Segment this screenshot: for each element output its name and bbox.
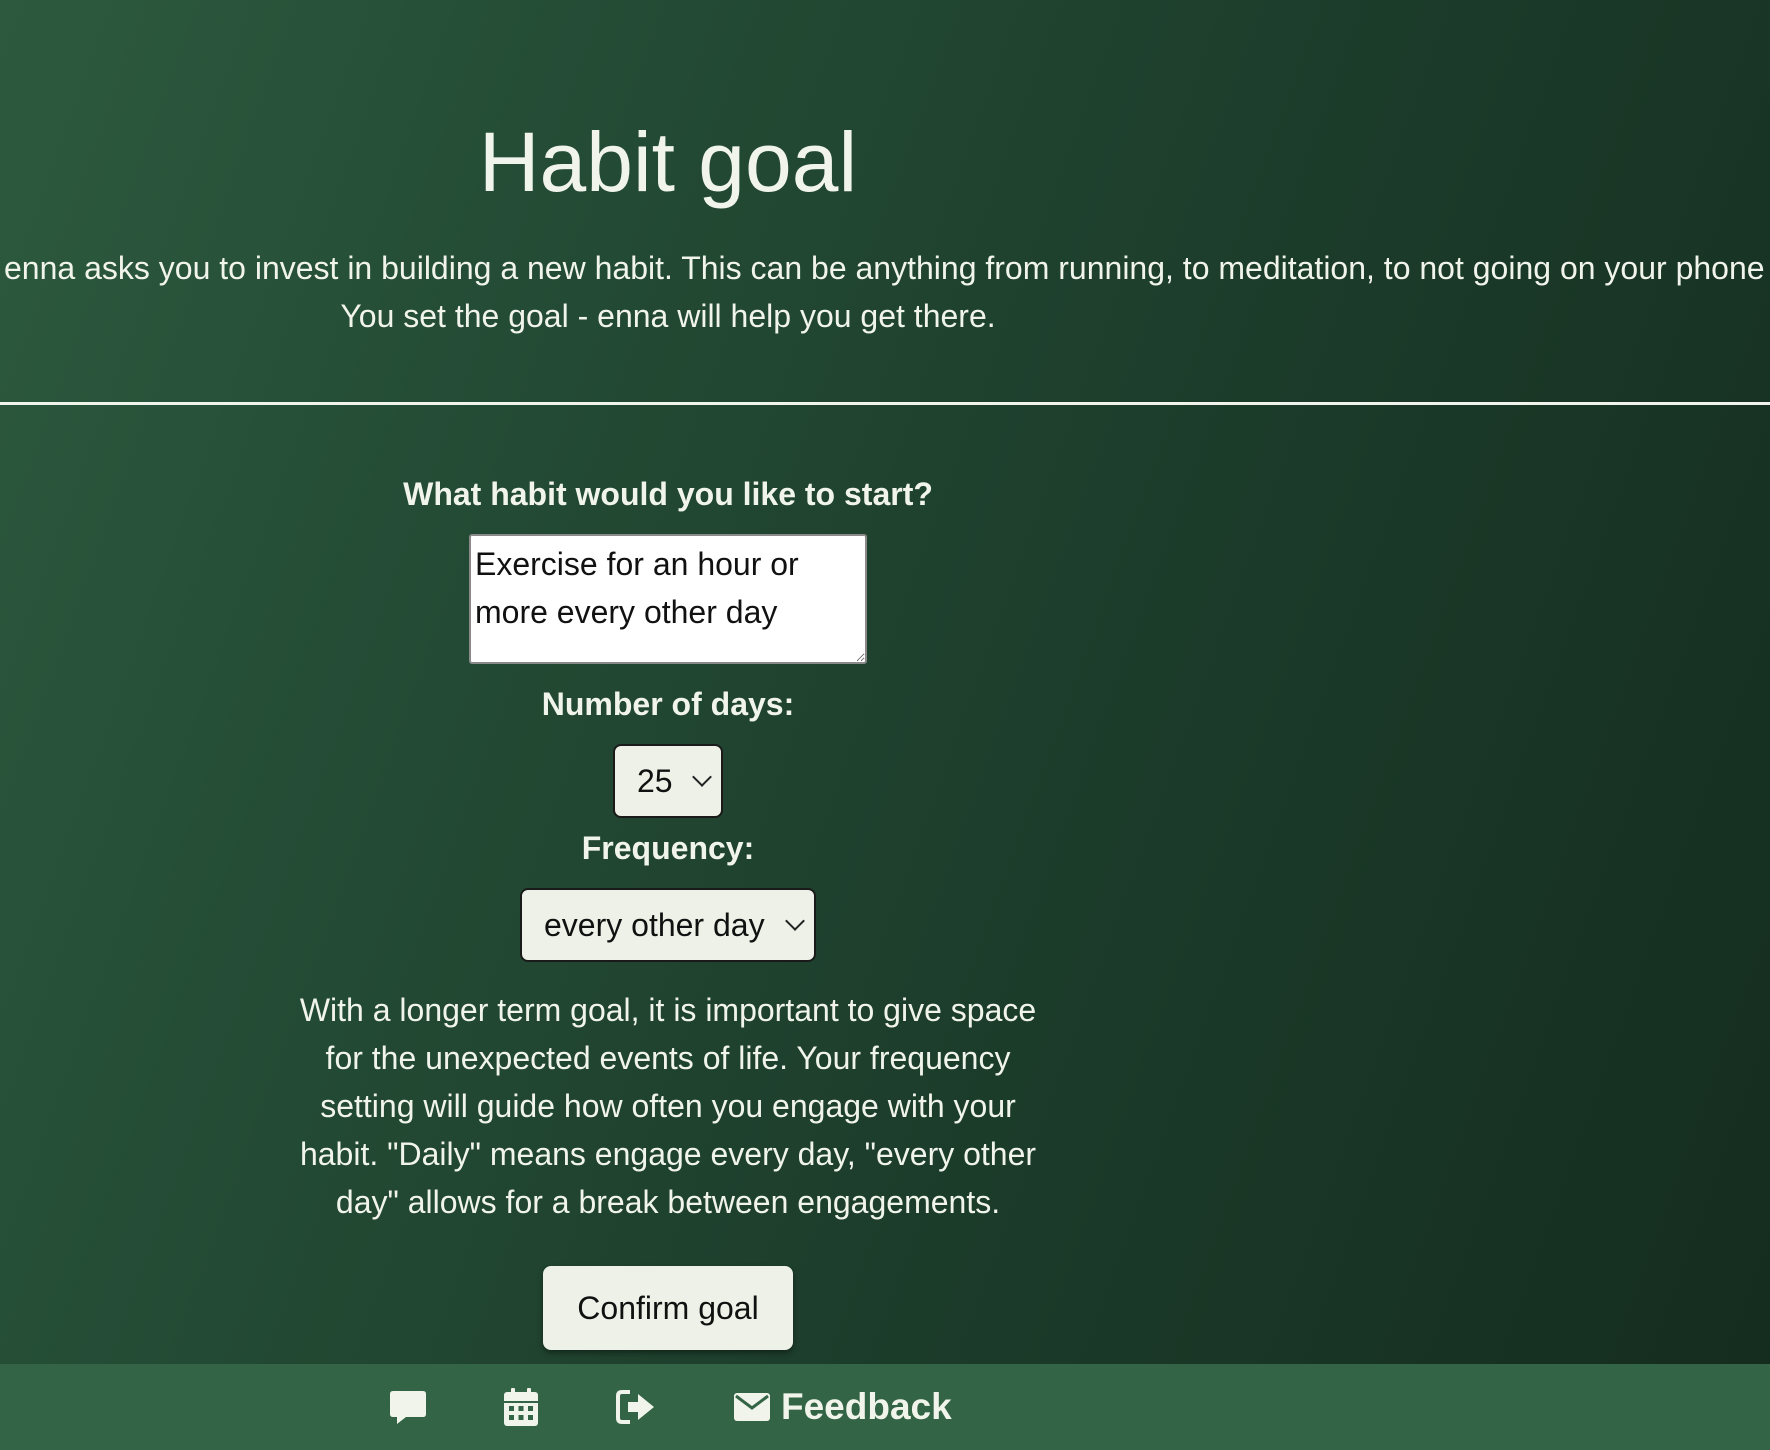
- confirm-goal-button[interactable]: Confirm goal: [543, 1266, 793, 1350]
- frequency-select[interactable]: every other day: [520, 888, 816, 962]
- frequency-select-value: every other day: [544, 906, 765, 943]
- habit-label: What habit would you like to start?: [403, 476, 933, 512]
- envelope-icon: [734, 1393, 770, 1421]
- feedback-button[interactable]: Feedback: [733, 1364, 952, 1450]
- header-divider: [0, 402, 1770, 405]
- calendar-icon: [504, 1388, 538, 1426]
- days-select[interactable]: 25: [613, 744, 723, 818]
- days-select-value: 25: [637, 762, 673, 799]
- habit-goal-form: What habit would you like to start? Exer…: [0, 470, 1336, 1350]
- chevron-down-icon: [692, 767, 712, 787]
- frequency-label: Frequency:: [581, 830, 755, 866]
- frequency-explanation: With a longer term goal, it is important…: [299, 992, 1037, 1220]
- habit-input[interactable]: Exercise for an hour or more every other…: [469, 534, 867, 664]
- chat-button[interactable]: [388, 1364, 428, 1450]
- calendar-button[interactable]: [503, 1364, 539, 1450]
- chevron-down-icon: [785, 911, 805, 931]
- page-title: Habit goal: [478, 115, 858, 209]
- intro-line-1: enna asks you to invest in building a ne…: [4, 250, 1765, 286]
- logout-button[interactable]: [616, 1364, 656, 1450]
- intro-text: enna asks you to invest in building a ne…: [0, 244, 1765, 340]
- footer-nav: Feedback: [0, 1364, 1770, 1450]
- logout-icon: [616, 1390, 654, 1424]
- chat-icon: [390, 1391, 426, 1424]
- feedback-label: Feedback: [781, 1386, 952, 1427]
- days-label: Number of days:: [541, 686, 795, 722]
- intro-line-2: You set the goal - enna will help you ge…: [340, 298, 996, 334]
